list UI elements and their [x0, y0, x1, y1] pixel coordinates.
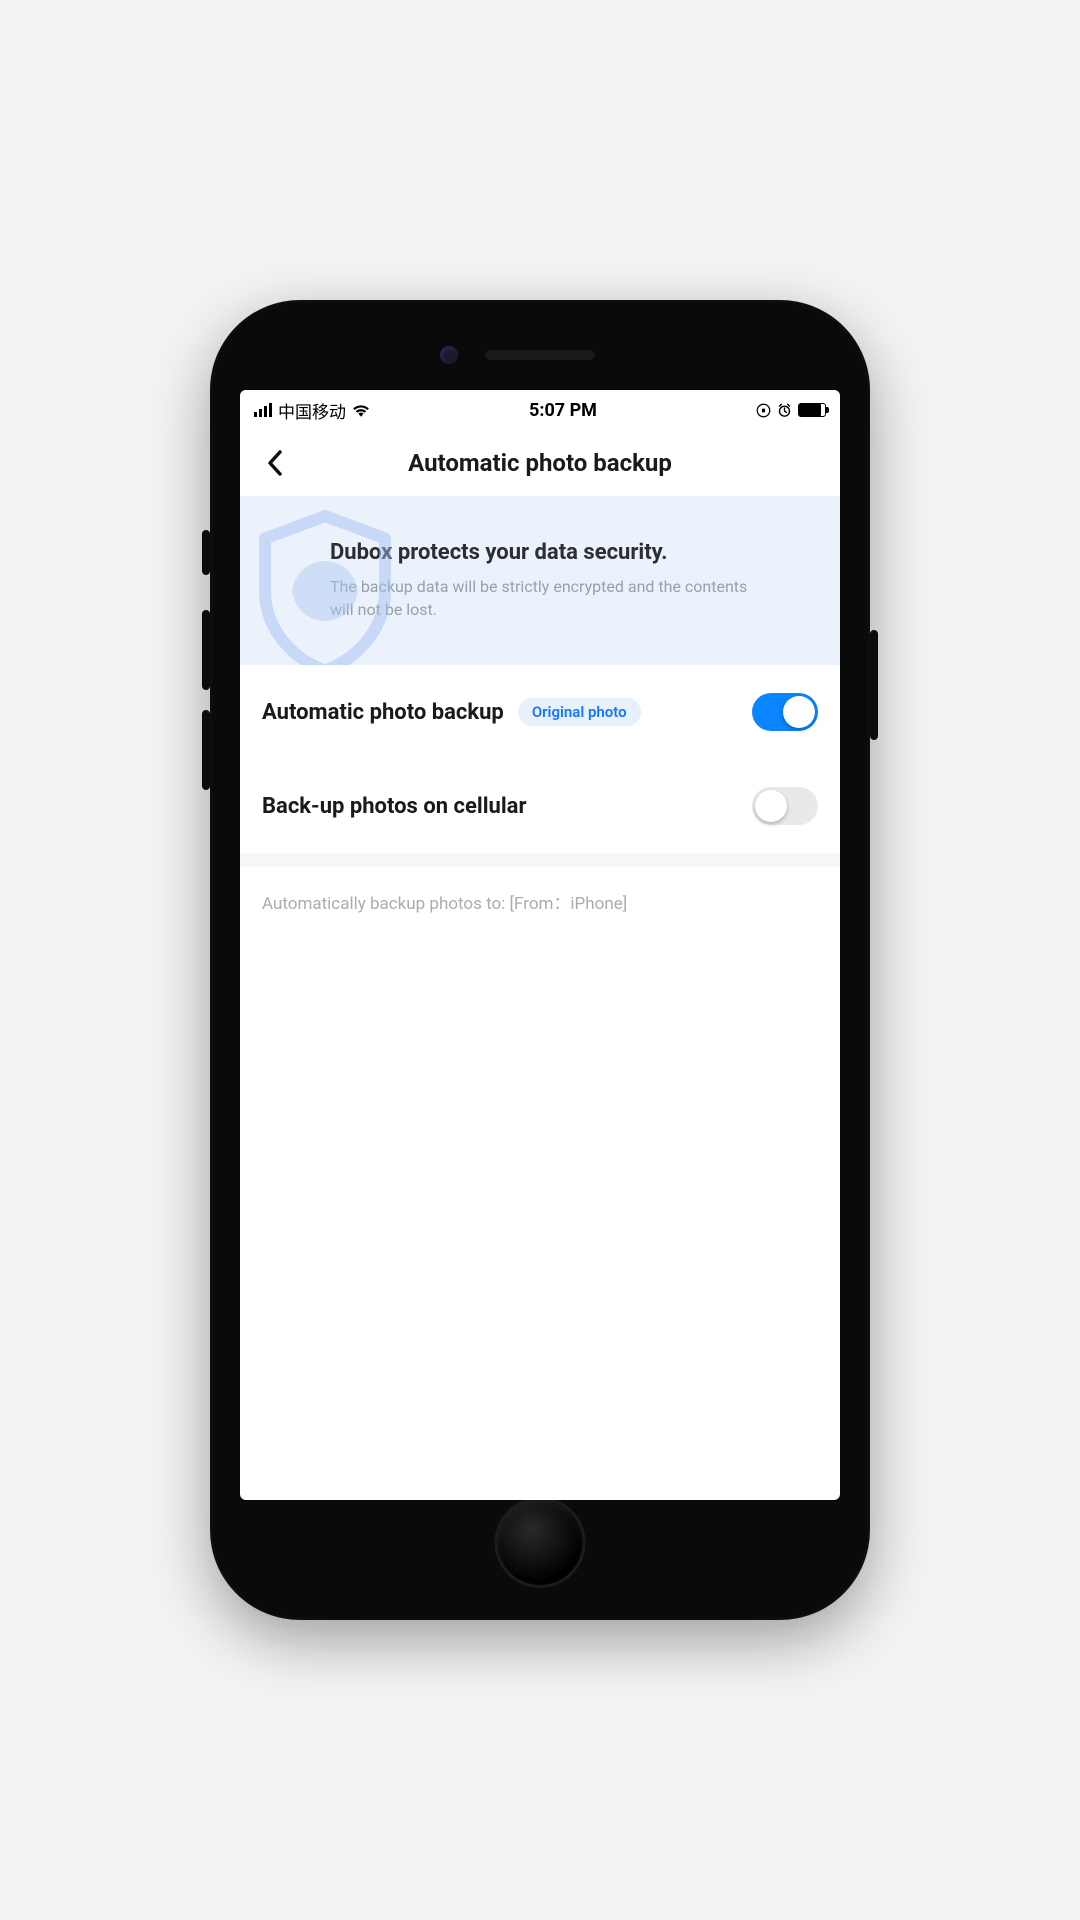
banner-title: Dubox protects your data security.	[330, 540, 814, 565]
original-photo-badge[interactable]: Original photo	[518, 698, 641, 726]
power-button	[870, 630, 878, 740]
front-camera	[440, 346, 458, 364]
row-left: Back-up photos on cellular	[262, 794, 527, 819]
security-banner: Dubox protects your data security. The b…	[240, 496, 840, 665]
battery-icon	[798, 403, 826, 417]
status-right	[756, 403, 826, 418]
backup-destination-text: Automatically backup photos to: [From：iP…	[240, 867, 840, 936]
orientation-lock-icon	[756, 403, 771, 418]
row-automatic-photo-backup: Automatic photo backup Original photo	[240, 665, 840, 759]
home-button[interactable]	[498, 1500, 583, 1585]
nav-header: Automatic photo backup	[240, 430, 840, 496]
cellular-backup-label: Back-up photos on cellular	[262, 794, 527, 819]
phone-speaker	[485, 350, 595, 360]
screen: 中国移动 5:07 PM	[240, 390, 840, 1500]
status-left: 中国移动	[254, 398, 370, 423]
toggle-knob	[755, 790, 787, 822]
row-left: Automatic photo backup Original photo	[262, 698, 641, 726]
status-time: 5:07 PM	[529, 400, 597, 421]
alarm-icon	[777, 403, 792, 418]
carrier-label: 中国移动	[278, 398, 346, 423]
row-cellular-backup: Back-up photos on cellular	[240, 759, 840, 853]
cellular-backup-toggle[interactable]	[752, 787, 818, 825]
shield-icon	[250, 506, 400, 665]
phone-device-frame: 中国移动 5:07 PM	[210, 300, 870, 1620]
mute-switch	[202, 530, 210, 575]
volume-up-button	[202, 610, 210, 690]
status-bar: 中国移动 5:07 PM	[240, 390, 840, 430]
page-title: Automatic photo backup	[258, 449, 822, 477]
toggle-knob	[783, 696, 815, 728]
auto-backup-label: Automatic photo backup	[262, 700, 504, 725]
wifi-icon	[352, 403, 370, 417]
section-divider	[240, 853, 840, 867]
settings-list: Automatic photo backup Original photo Ba…	[240, 665, 840, 853]
volume-down-button	[202, 710, 210, 790]
auto-backup-toggle[interactable]	[752, 693, 818, 731]
cellular-signal-icon	[254, 403, 272, 417]
